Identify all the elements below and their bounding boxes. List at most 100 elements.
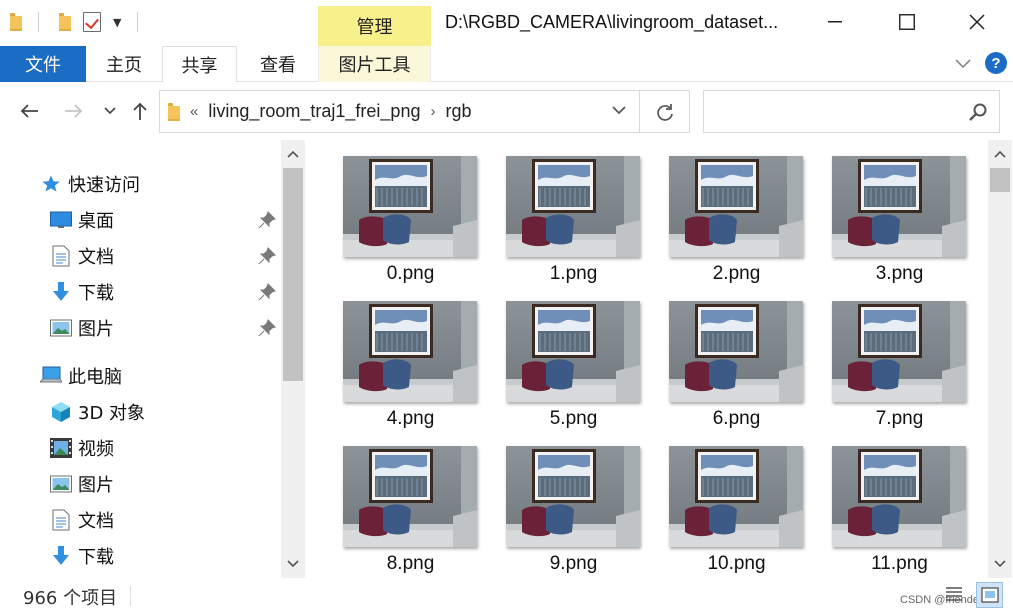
- manage-tab[interactable]: 管理: [318, 6, 431, 46]
- close-button[interactable]: [942, 0, 1012, 44]
- nav-item-documents[interactable]: 文档: [50, 241, 280, 271]
- maximize-button[interactable]: [872, 0, 942, 44]
- nav-item-documents-pc[interactable]: 文档: [50, 505, 114, 535]
- file-thumbnail[interactable]: [669, 301, 803, 402]
- navigation-pane-scrollbar[interactable]: [281, 140, 305, 578]
- scrollbar-thumb[interactable]: [283, 168, 303, 381]
- refresh-button[interactable]: [639, 91, 689, 132]
- pictures-icon: [50, 317, 72, 339]
- nav-item-label: 下载: [78, 547, 114, 568]
- nav-item-label: 视频: [78, 439, 114, 460]
- nav-quick-access[interactable]: 快速访问: [40, 169, 140, 199]
- tab-picture-tools[interactable]: 图片工具: [318, 46, 431, 82]
- breadcrumb-overflow[interactable]: «: [190, 103, 198, 120]
- file-name: 7.png: [875, 408, 924, 429]
- nav-item-desktop[interactable]: 桌面: [50, 205, 280, 235]
- new-folder-icon[interactable]: [59, 13, 71, 31]
- address-bar[interactable]: « living_room_traj1_frei_png › rgb: [159, 90, 690, 133]
- expand-ribbon-chevron-icon[interactable]: [954, 56, 972, 70]
- nav-item-downloads[interactable]: 下载: [50, 277, 280, 307]
- search-icon: [969, 103, 987, 121]
- nav-item-label: 3D 对象: [78, 403, 146, 424]
- file-item[interactable]: 4.png: [343, 285, 478, 429]
- file-list-scrollbar[interactable]: [988, 140, 1012, 578]
- breadcrumb-parent-folder[interactable]: living_room_traj1_frei_png: [208, 101, 420, 122]
- file-name: 5.png: [549, 408, 598, 429]
- document-icon: [50, 509, 72, 531]
- details-view-icon[interactable]: [944, 584, 964, 604]
- tab-home[interactable]: 主页: [88, 46, 160, 82]
- file-item[interactable]: 0.png: [343, 140, 478, 284]
- back-button[interactable]: [18, 100, 40, 122]
- file-name: 2.png: [712, 263, 761, 284]
- up-button[interactable]: [129, 100, 151, 122]
- large-icons-view-button[interactable]: [976, 582, 1003, 608]
- file-name: 11.png: [871, 553, 928, 574]
- title-bar: ▼ 管理 D:\RGBD_CAMERA\livingroom_dataset..…: [0, 0, 1013, 46]
- file-item[interactable]: 3.png: [832, 140, 967, 284]
- pin-icon[interactable]: [258, 283, 276, 301]
- folder-icon: [168, 102, 180, 121]
- file-item[interactable]: 5.png: [506, 285, 641, 429]
- nav-item-pictures[interactable]: 图片: [50, 313, 280, 343]
- nav-this-pc[interactable]: 此电脑: [40, 361, 122, 391]
- nav-item-downloads-pc[interactable]: 下载: [50, 541, 114, 571]
- file-item[interactable]: 11.png: [832, 430, 967, 574]
- tab-file[interactable]: 文件: [0, 46, 86, 82]
- file-item[interactable]: 6.png: [669, 285, 804, 429]
- pin-icon[interactable]: [258, 211, 276, 229]
- properties-icon[interactable]: [83, 12, 101, 32]
- file-name: 1.png: [549, 263, 598, 284]
- address-history-dropdown[interactable]: [599, 104, 639, 119]
- file-thumbnail[interactable]: [669, 446, 803, 547]
- thumbnail-image: [669, 156, 803, 257]
- file-thumbnail[interactable]: [506, 301, 640, 402]
- nav-item-pictures-pc[interactable]: 图片: [50, 469, 114, 499]
- chevron-down-icon: [612, 106, 626, 115]
- breadcrumb-current-folder[interactable]: rgb: [445, 101, 471, 122]
- file-thumbnail[interactable]: [343, 156, 477, 257]
- file-name: 10.png: [707, 553, 766, 574]
- recent-locations-button[interactable]: [99, 100, 121, 122]
- thumbnail-image: [506, 301, 640, 402]
- window-title: D:\RGBD_CAMERA\livingroom_dataset...: [445, 12, 779, 32]
- pin-icon[interactable]: [258, 247, 276, 265]
- file-thumbnail[interactable]: [832, 301, 966, 402]
- scroll-down-arrow-icon[interactable]: [281, 552, 305, 576]
- file-item[interactable]: 9.png: [506, 430, 641, 574]
- customize-toolbar-dropdown-icon[interactable]: ▼: [113, 16, 121, 29]
- file-thumbnail[interactable]: [506, 156, 640, 257]
- forward-button[interactable]: [63, 100, 85, 122]
- nav-item-videos[interactable]: 视频: [50, 433, 114, 463]
- toolbar-divider: [137, 12, 139, 32]
- file-thumbnail[interactable]: [343, 301, 477, 402]
- minimize-button[interactable]: [800, 0, 870, 44]
- tab-view[interactable]: 查看: [240, 46, 316, 82]
- help-icon[interactable]: ?: [985, 52, 1007, 74]
- file-thumbnail[interactable]: [343, 446, 477, 547]
- file-thumbnail[interactable]: [669, 156, 803, 257]
- file-item[interactable]: 7.png: [832, 285, 967, 429]
- file-thumbnail[interactable]: [832, 446, 966, 547]
- file-thumbnail[interactable]: [506, 446, 640, 547]
- computer-icon: [40, 365, 62, 387]
- nav-item-3d-objects[interactable]: 3D 对象: [50, 397, 145, 427]
- file-item[interactable]: 10.png: [669, 430, 804, 574]
- file-thumbnail[interactable]: [832, 156, 966, 257]
- tab-share[interactable]: 共享: [162, 46, 237, 82]
- maximize-icon: [899, 14, 915, 30]
- scroll-down-arrow-icon[interactable]: [988, 552, 1012, 576]
- file-item[interactable]: 8.png: [343, 430, 478, 574]
- pin-icon[interactable]: [258, 319, 276, 337]
- scrollbar-thumb[interactable]: [990, 168, 1010, 192]
- file-item[interactable]: 2.png: [669, 140, 804, 284]
- file-item[interactable]: 1.png: [506, 140, 641, 284]
- search-box[interactable]: [703, 90, 1000, 133]
- breadcrumb-separator-icon[interactable]: ›: [430, 103, 435, 120]
- chevron-down-icon: [104, 107, 116, 115]
- large-icons-view-icon: [980, 587, 999, 603]
- scroll-up-arrow-icon[interactable]: [988, 142, 1012, 166]
- close-icon: [969, 14, 985, 30]
- navigation-bar: « living_room_traj1_frei_png › rgb: [0, 82, 1013, 140]
- scroll-up-arrow-icon[interactable]: [281, 142, 305, 166]
